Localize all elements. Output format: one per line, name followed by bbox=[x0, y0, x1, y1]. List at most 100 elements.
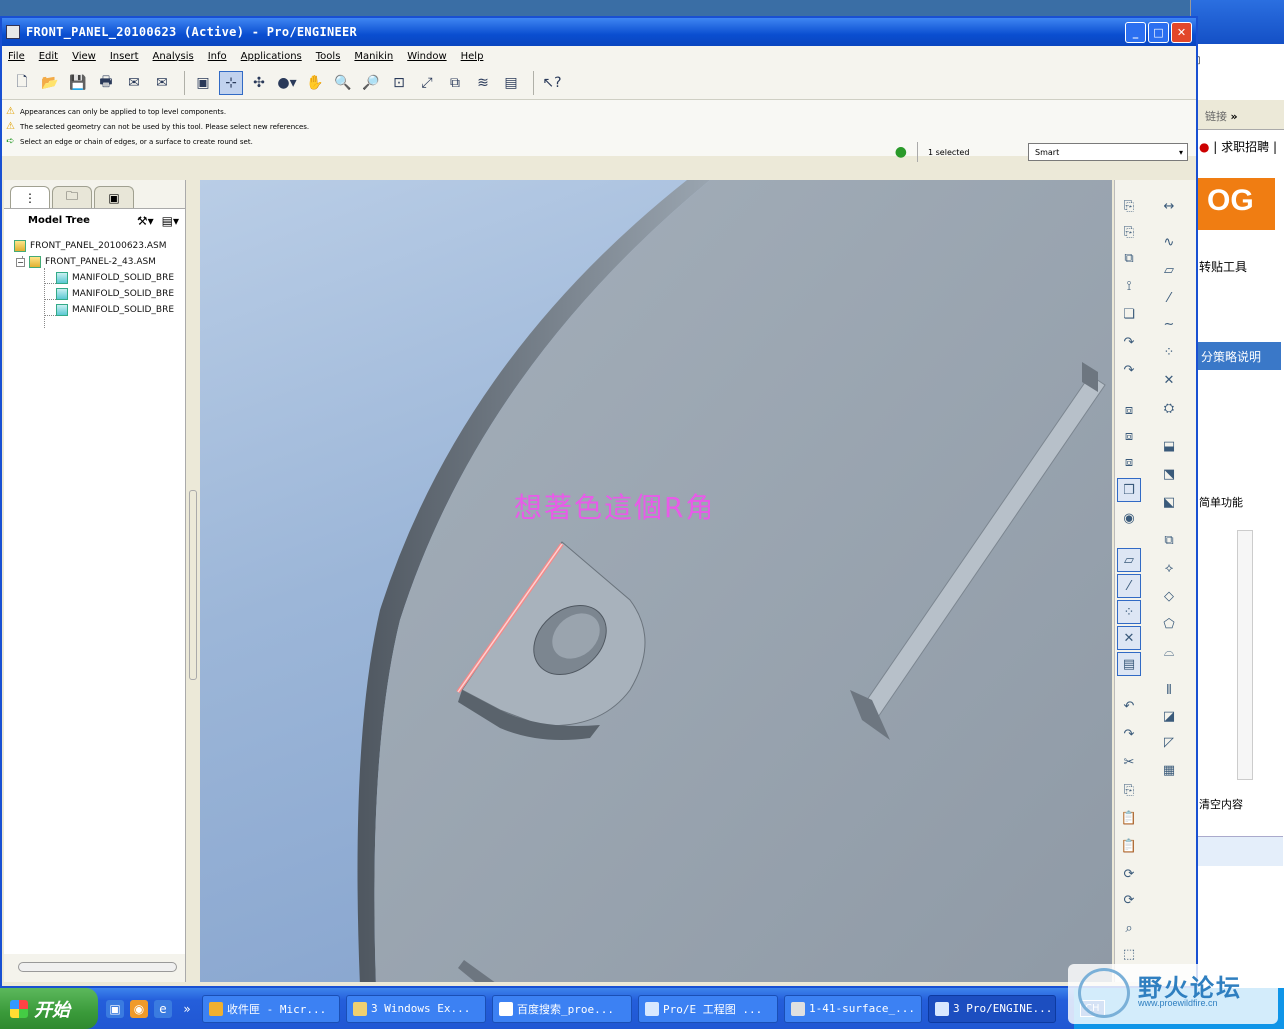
datum-point-icon[interactable]: ⁘ bbox=[1157, 340, 1181, 364]
merge-icon[interactable]: ◪ bbox=[1157, 704, 1181, 728]
job-link[interactable]: ● | 求职招聘 | bbox=[1199, 138, 1277, 155]
revolve-icon[interactable]: ⬔ bbox=[1157, 462, 1181, 486]
whats-this-icon[interactable]: ↖? bbox=[540, 71, 564, 95]
datum-axis-icon[interactable]: ⁄ bbox=[1157, 286, 1181, 310]
task-outlook[interactable]: 收件匣 - Micr... bbox=[202, 994, 340, 1023]
point-display-icon[interactable]: ⁘ bbox=[1117, 600, 1141, 624]
tab-favorites[interactable]: ▣ bbox=[94, 186, 134, 208]
repaint-icon[interactable]: ▣ bbox=[191, 71, 215, 95]
pan-icon[interactable]: ✋ bbox=[303, 71, 327, 95]
window-titlebar[interactable]: FRONT_PANEL_20100623 (Active) - Pro/ENGI… bbox=[2, 18, 1196, 46]
draft-icon[interactable]: ⬠ bbox=[1157, 612, 1181, 636]
sweep-icon[interactable]: ⬕ bbox=[1157, 490, 1181, 514]
datum-display-icon[interactable]: ↷ bbox=[1117, 330, 1141, 354]
menu-tools[interactable]: Tools bbox=[316, 51, 341, 62]
media-icon[interactable]: ◉ bbox=[130, 999, 148, 1018]
saved-views-icon[interactable]: ⧉ bbox=[443, 71, 467, 95]
filter-select[interactable]: Smart ▾ bbox=[1028, 143, 1188, 161]
new-icon[interactable]: 🗋 bbox=[10, 71, 34, 95]
task-baidu[interactable]: 百度搜索_proe... bbox=[492, 994, 632, 1023]
task-surface[interactable]: 1-41-surface_... bbox=[784, 994, 922, 1023]
more-icon[interactable]: » bbox=[178, 1000, 196, 1018]
menu-analysis[interactable]: Analysis bbox=[153, 51, 194, 62]
maximize-button[interactable]: □ bbox=[1148, 21, 1169, 43]
view-manager-icon[interactable]: ▤ bbox=[499, 71, 523, 95]
links-label[interactable]: 链接 bbox=[1205, 110, 1227, 123]
reorient-icon[interactable]: ⤢ bbox=[415, 71, 439, 95]
no-hidden-icon[interactable]: ⧈ bbox=[1117, 450, 1141, 474]
dimension-icon[interactable]: ↔ bbox=[1157, 194, 1181, 218]
undo-icon[interactable]: ↶ bbox=[1117, 694, 1141, 718]
datum-display-icon[interactable]: ⟟ bbox=[1117, 274, 1141, 298]
analysis-feature-icon[interactable]: ⛭ bbox=[1157, 396, 1181, 420]
close-button[interactable]: ✕ bbox=[1171, 21, 1192, 43]
tree-item-root[interactable]: FRONT_PANEL_20100623.ASM bbox=[14, 240, 167, 252]
regenerate-icon[interactable]: ⟳ bbox=[1117, 862, 1141, 886]
menu-manikin[interactable]: Manikin bbox=[354, 51, 393, 62]
menu-view[interactable]: View bbox=[72, 51, 96, 62]
datum-plane-icon[interactable]: ▱ bbox=[1157, 258, 1181, 282]
datum-display-icon[interactable]: ⧉ bbox=[1117, 246, 1141, 270]
datum-curve-icon[interactable]: ∼ bbox=[1157, 312, 1181, 336]
trim-icon[interactable]: ◸ bbox=[1157, 730, 1181, 754]
task-proe-drawing[interactable]: Pro/E 工程图 ... bbox=[638, 994, 778, 1023]
hole-icon[interactable]: ⧉ bbox=[1157, 528, 1181, 552]
selection-box-icon[interactable]: ⬚ bbox=[1117, 942, 1141, 966]
background-scrollbar[interactable] bbox=[1237, 530, 1253, 780]
refit-icon[interactable]: ⊡ bbox=[387, 71, 411, 95]
menu-info[interactable]: Info bbox=[208, 51, 227, 62]
shell-icon[interactable]: ⌓ bbox=[1157, 640, 1181, 664]
hidden-line-icon[interactable]: ⧈ bbox=[1117, 424, 1141, 448]
background-minimize-button[interactable]: _ bbox=[1191, 44, 1284, 55]
tab-folder-browser[interactable]: 🗀 bbox=[52, 186, 92, 208]
policy-link[interactable]: 分策略说明 bbox=[1197, 342, 1281, 370]
orient-mode-icon[interactable]: ✣ bbox=[247, 71, 271, 95]
menu-window[interactable]: Window bbox=[407, 51, 446, 62]
find-icon[interactable]: ⌕ bbox=[1117, 916, 1141, 940]
tree-item-subassembly[interactable]: − FRONT_PANEL-2_43.ASM bbox=[16, 256, 156, 268]
paste-special-icon[interactable]: 📋 bbox=[1117, 834, 1141, 858]
menu-file[interactable]: File bbox=[8, 51, 25, 62]
sketch-icon[interactable]: ∿ bbox=[1157, 230, 1181, 254]
redo-icon[interactable]: ↷ bbox=[1117, 722, 1141, 746]
model-view[interactable] bbox=[200, 180, 1112, 982]
cut-icon[interactable]: ✂ bbox=[1117, 750, 1141, 774]
regenerate-manager-icon[interactable]: ⟳ bbox=[1117, 888, 1141, 912]
ie-icon[interactable]: e bbox=[154, 999, 172, 1018]
menu-edit[interactable]: Edit bbox=[39, 51, 58, 62]
minimize-button[interactable]: _ bbox=[1125, 21, 1146, 43]
settings-icon[interactable]: ⚒▾ bbox=[137, 214, 154, 228]
task-explorer[interactable]: 3 Windows Ex... bbox=[346, 994, 486, 1023]
email-icon[interactable]: ✉ bbox=[122, 71, 146, 95]
tab-model-tree[interactable]: ⋮ bbox=[10, 186, 50, 208]
extrude-icon[interactable]: ⬓ bbox=[1157, 434, 1181, 458]
appearance-icon[interactable]: ●▾ bbox=[275, 71, 299, 95]
splitter-handle[interactable] bbox=[189, 490, 197, 680]
shading-icon[interactable]: ❒ bbox=[1117, 478, 1141, 502]
show-icon[interactable]: ▤▾ bbox=[162, 214, 179, 228]
panel-splitter[interactable] bbox=[188, 180, 198, 982]
background-maximize-button[interactable]: □ bbox=[1191, 55, 1284, 66]
datum-display-icon[interactable]: ❏ bbox=[1117, 302, 1141, 326]
tree-item-part[interactable]: MANIFOLD_SOLID_BRE bbox=[56, 288, 174, 300]
round-icon[interactable]: ⟡ bbox=[1157, 556, 1181, 580]
paste-icon[interactable]: 📋 bbox=[1117, 806, 1141, 830]
task-proengineer[interactable]: 3 Pro/ENGINE... bbox=[928, 994, 1056, 1023]
save-icon[interactable]: 💾 bbox=[66, 71, 90, 95]
navigator-scrollbar[interactable] bbox=[18, 962, 177, 972]
plane-display-icon[interactable]: ▱ bbox=[1117, 548, 1141, 572]
csys-display-icon[interactable]: ✕ bbox=[1117, 626, 1141, 650]
desktop-icon[interactable]: ▣ bbox=[106, 999, 124, 1018]
menu-insert[interactable]: Insert bbox=[110, 51, 139, 62]
tree-item-part[interactable]: MANIFOLD_SOLID_BRE bbox=[56, 272, 174, 284]
chamfer-icon[interactable]: ◇ bbox=[1157, 584, 1181, 608]
menu-applications[interactable]: Applications bbox=[241, 51, 302, 62]
annotation-display-icon[interactable]: ▤ bbox=[1117, 652, 1141, 676]
layers-icon[interactable]: ≋ bbox=[471, 71, 495, 95]
datum-display-icon[interactable]: ⎘ bbox=[1117, 194, 1141, 218]
start-button[interactable]: 开始 bbox=[0, 988, 98, 1029]
menu-help[interactable]: Help bbox=[461, 51, 484, 62]
spin-center-icon[interactable]: ⊹ bbox=[219, 70, 243, 95]
csys-icon[interactable]: ✕ bbox=[1157, 368, 1181, 392]
mirror-icon[interactable]: ⫴ bbox=[1157, 678, 1181, 702]
